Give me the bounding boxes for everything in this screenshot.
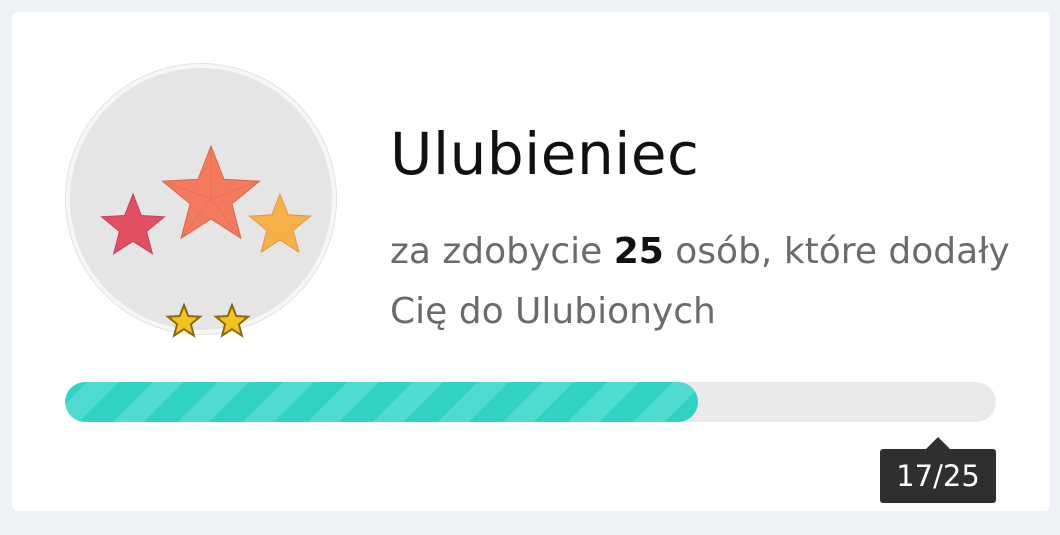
star-right-icon xyxy=(248,192,312,254)
gold-star-icon xyxy=(165,302,203,338)
achievement-badge xyxy=(66,64,336,338)
level-stars xyxy=(165,302,251,338)
star-left-icon xyxy=(100,192,166,255)
description-prefix: za zdobycie xyxy=(390,231,614,272)
three-stars-icon xyxy=(100,144,312,255)
progress-bar xyxy=(65,382,996,422)
progress-fill xyxy=(65,382,699,422)
gold-star-icon xyxy=(213,302,251,338)
achievement-description: za zdobycie 25 osób, które dodały Cię do… xyxy=(390,222,1010,342)
progress-tooltip: 17/25 xyxy=(880,449,996,503)
achievement-title: Ulubieniec xyxy=(390,120,700,188)
achievement-goal: 25 xyxy=(613,231,664,272)
achievement-card: Ulubieniec za zdobycie 25 osób, które do… xyxy=(12,12,1050,511)
